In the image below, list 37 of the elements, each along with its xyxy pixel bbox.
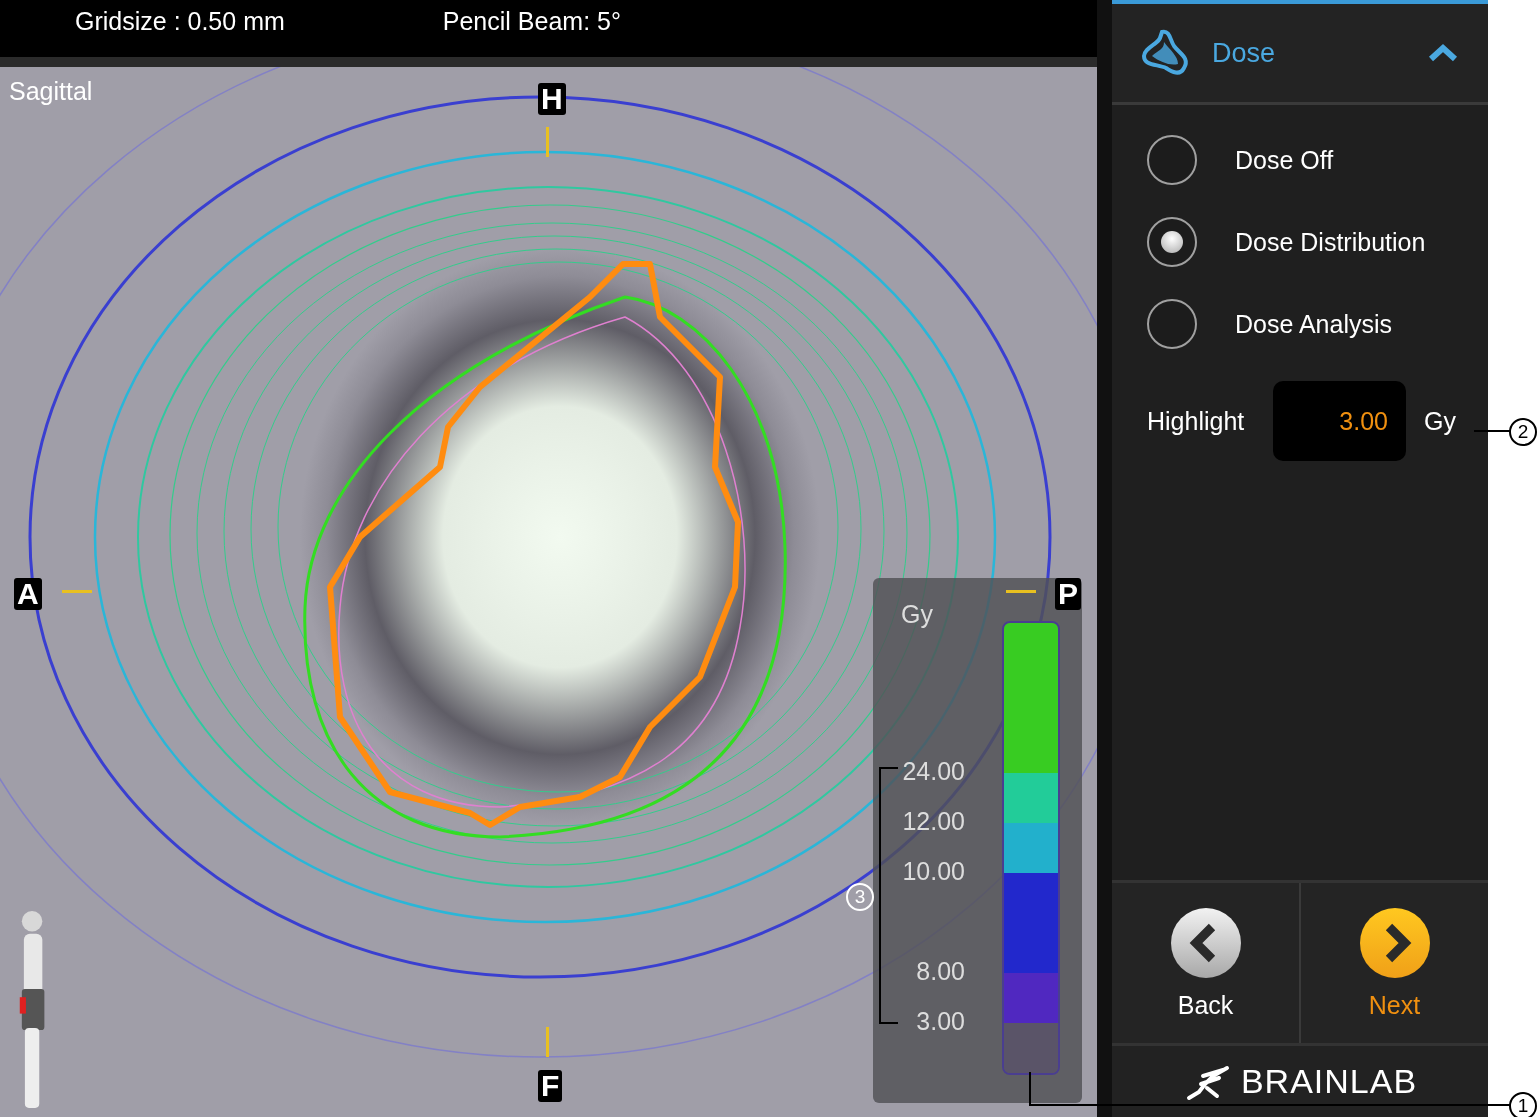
next-button[interactable]: Next xyxy=(1301,883,1488,1043)
brand-logo-text: BRAINLAB xyxy=(1240,1062,1418,1101)
section-header[interactable]: Dose xyxy=(1112,4,1488,105)
radio-button[interactable] xyxy=(1147,217,1197,267)
scale-value: 12.00 xyxy=(902,808,965,834)
tick-mark xyxy=(62,590,92,593)
field-label: Highlight xyxy=(1147,406,1246,436)
scale-value: 10.00 xyxy=(902,858,965,884)
radio-button[interactable] xyxy=(1147,135,1197,185)
radio-option[interactable]: Dose Analysis xyxy=(1147,283,1488,365)
orientation-label: H xyxy=(538,83,566,115)
info-text: Pencil Beam: 5° xyxy=(442,7,621,36)
option-label: Dose Distribution xyxy=(1235,227,1426,257)
orientation-label: F xyxy=(538,1070,563,1102)
orientation-label: P xyxy=(1055,578,1081,610)
section-title: Dose xyxy=(1212,37,1277,69)
callout-number: 3 xyxy=(846,883,874,911)
scale-value: 24.00 xyxy=(902,758,965,784)
droplet-shape-icon xyxy=(1140,28,1190,78)
orientation-label: A xyxy=(14,578,42,610)
radio-option[interactable]: Dose Off xyxy=(1147,119,1488,201)
tick-mark xyxy=(546,1027,549,1057)
radio-option[interactable]: Dose Distribution xyxy=(1147,201,1488,283)
info-text: Gridsize : 0.50 mm xyxy=(75,7,285,36)
option-label: Dose Analysis xyxy=(1235,309,1393,339)
unit-label: Gy xyxy=(901,600,933,629)
leader-line xyxy=(1473,430,1512,432)
tick-mark xyxy=(1006,590,1036,593)
option-label: Dose Off xyxy=(1235,145,1334,175)
scale-value: 3.00 xyxy=(916,1008,965,1034)
scale-value: 8.00 xyxy=(916,958,965,984)
tick-mark xyxy=(546,127,549,157)
back-button[interactable]: Back xyxy=(1112,883,1301,1043)
unit-label: Gy xyxy=(1424,406,1456,436)
view-label: Sagittal xyxy=(9,77,93,106)
highlight-input-field[interactable]: 3.00 xyxy=(1273,381,1406,461)
radio-button[interactable] xyxy=(1147,299,1197,349)
